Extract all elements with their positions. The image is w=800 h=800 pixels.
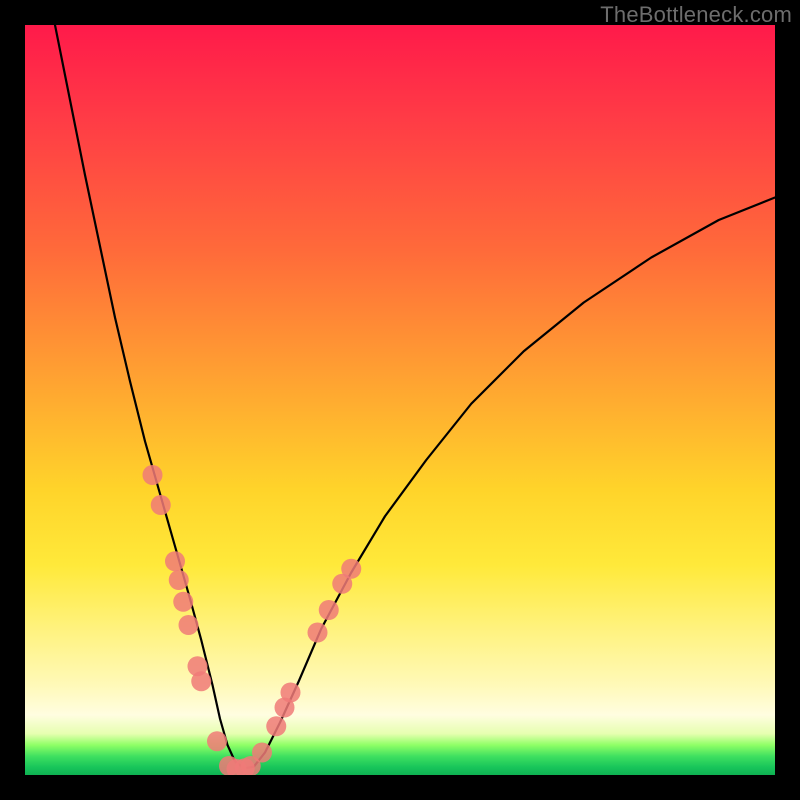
data-point [266,716,286,736]
bottleneck-curve [55,25,775,768]
data-point [143,465,163,485]
data-point [341,559,361,579]
data-point [191,671,211,691]
data-point [252,743,272,763]
chart-stage: TheBottleneck.com [0,0,800,800]
data-point [207,731,227,751]
watermark-text: TheBottleneck.com [600,2,792,28]
data-point [281,683,301,703]
data-point [173,592,193,612]
data-point [319,600,339,620]
data-point [165,551,185,571]
data-point [169,570,189,590]
data-point [179,615,199,635]
highlighted-points [143,465,362,775]
curve-layer [25,25,775,775]
data-point [151,495,171,515]
data-point [308,623,328,643]
plot-area [25,25,775,775]
